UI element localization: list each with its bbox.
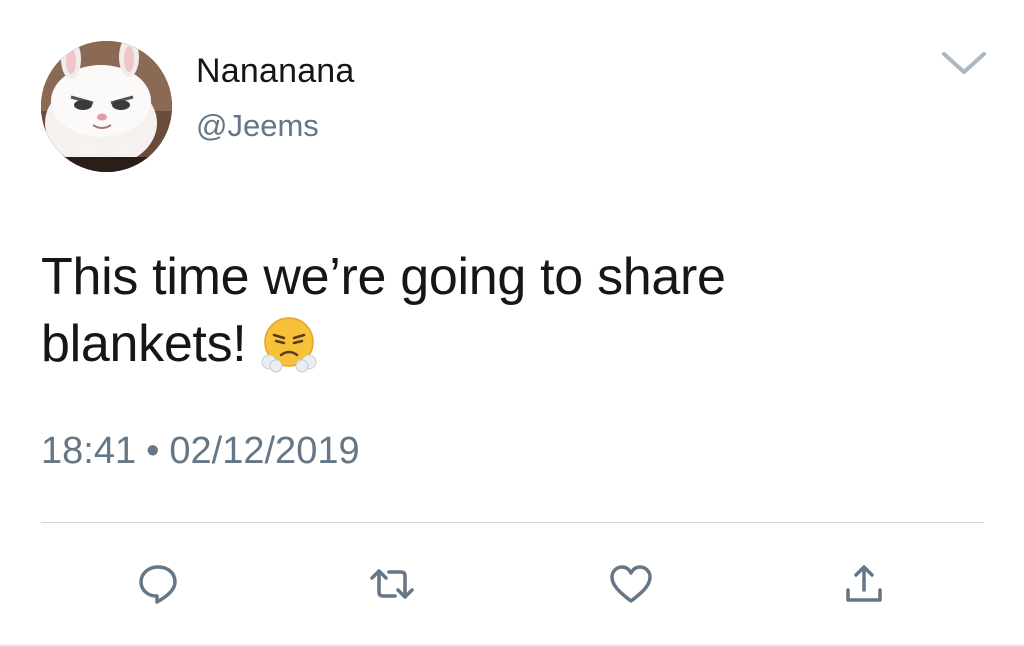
- user-avatar[interactable]: [41, 41, 172, 172]
- tweet-card: Nananana @Jeems This time we’re going to…: [0, 0, 1024, 646]
- face-with-steam-from-nose-emoji-icon: [260, 315, 318, 373]
- reply-button[interactable]: [136, 562, 180, 606]
- divider: [41, 522, 984, 523]
- reply-icon: [139, 565, 177, 604]
- display-name[interactable]: Nananana: [196, 52, 355, 91]
- share-icon: [846, 565, 882, 602]
- like-button[interactable]: [608, 562, 652, 606]
- user-handle[interactable]: @Jeems: [196, 108, 319, 144]
- tweet-text-line1: This time we’re going to share: [41, 248, 726, 306]
- chevron-down-icon: [942, 52, 986, 74]
- tweet-text-line2-wrapper: blankets!: [41, 311, 941, 378]
- retweet-icon: [370, 569, 414, 599]
- tweet-text-line2: blankets!: [41, 315, 247, 373]
- white-rabbit-avatar-icon: [41, 41, 172, 172]
- meta-separator: •: [146, 430, 160, 472]
- tweet-text: This time we’re going to share blankets!: [41, 244, 941, 378]
- tweet-timestamp[interactable]: 18:41 • 02/12/2019: [41, 430, 360, 473]
- retweet-button[interactable]: [368, 562, 414, 606]
- tweet-time: 18:41: [41, 430, 137, 472]
- tweet-date: 02/12/2019: [169, 430, 360, 472]
- heart-icon: [610, 565, 652, 603]
- share-button[interactable]: [842, 562, 886, 606]
- tweet-options-button[interactable]: [940, 46, 988, 80]
